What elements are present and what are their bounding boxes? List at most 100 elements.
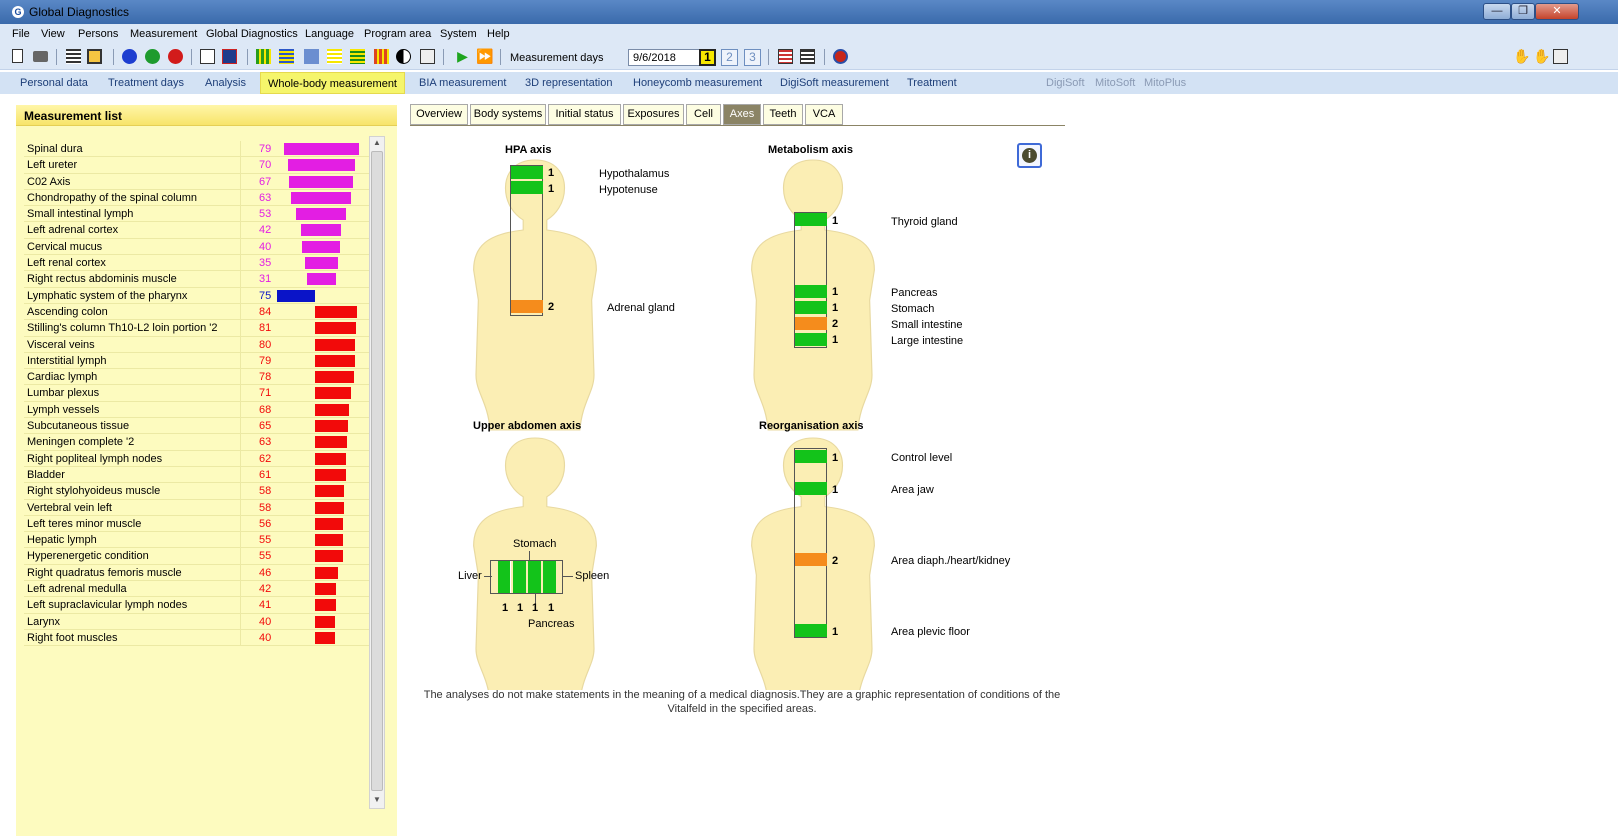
tab-honeycomb-measurement[interactable]: Honeycomb measurement <box>633 72 762 94</box>
minimize-button[interactable]: — <box>1483 3 1511 20</box>
menu-program-area[interactable]: Program area <box>364 28 431 40</box>
tab-bia-measurement[interactable]: BIA measurement <box>419 72 506 94</box>
list-item-name: Subcutaneous tissue <box>27 420 130 433</box>
tab-treatment-days[interactable]: Treatment days <box>108 72 184 94</box>
sort-icon[interactable] <box>279 49 294 64</box>
table-icon[interactable] <box>778 49 793 64</box>
list-item[interactable]: Cardiac lymph 78 <box>24 369 379 386</box>
tab-vca[interactable]: VCA <box>805 104 843 125</box>
export-icon[interactable] <box>1553 49 1568 64</box>
menu-persons[interactable]: Persons <box>78 28 118 40</box>
filter-icon[interactable] <box>350 49 365 64</box>
tab-cell[interactable]: Cell <box>686 104 721 125</box>
menu-measurement[interactable]: Measurement <box>130 28 197 40</box>
list-item[interactable]: Right rectus abdominis muscle 31 <box>24 271 379 288</box>
globe-icon[interactable] <box>833 49 848 64</box>
scroll-down-icon[interactable]: ▼ <box>370 795 384 807</box>
metabolism-segment-large-intestine <box>795 333 827 346</box>
tab-axes[interactable]: Axes <box>723 104 761 125</box>
menu-view[interactable]: View <box>41 28 65 40</box>
info-green-icon[interactable] <box>145 49 160 64</box>
list-item[interactable]: Left adrenal cortex 42 <box>24 222 379 239</box>
list-item[interactable]: Small intestinal lymph 53 <box>24 206 379 223</box>
restore-button[interactable]: ❐ <box>1511 3 1535 20</box>
list-item[interactable]: Right foot muscles 40 <box>24 629 379 647</box>
hand-green-icon[interactable]: ✋ <box>1513 49 1530 64</box>
list-item[interactable]: Left supraclavicular lymph nodes 41 <box>24 597 379 614</box>
list-item-value: 79 <box>259 354 272 367</box>
tab-teeth[interactable]: Teeth <box>763 104 803 125</box>
tab-whole-body-measurement[interactable]: Whole-body measurement <box>260 72 405 94</box>
column-divider <box>240 466 241 483</box>
list-item-bar <box>315 305 357 318</box>
id-card-icon[interactable] <box>200 49 215 64</box>
list-item[interactable]: Stilling's column Th10-L2 loin portion '… <box>24 320 379 337</box>
metabolism-value-small-intestine: 2 <box>832 318 839 330</box>
yin-yang-icon[interactable] <box>396 49 411 64</box>
tab-analysis[interactable]: Analysis <box>205 72 246 94</box>
list-item[interactable]: Vertebral vein left 58 <box>24 499 379 516</box>
list-item[interactable]: C02 Axis 67 <box>24 173 379 190</box>
list-item[interactable]: Interstitial lymph 79 <box>24 352 379 370</box>
menu-global-diagnostics[interactable]: Global Diagnostics <box>206 28 298 40</box>
info-blue-icon[interactable] <box>122 49 137 64</box>
reorganisation-label-area-jaw: Area jaw <box>891 484 934 496</box>
list-item[interactable]: Larynx 40 <box>24 613 379 630</box>
document-icon[interactable] <box>420 49 435 64</box>
play-icon[interactable]: ▶ <box>455 49 470 64</box>
tab-digisoft-measurement[interactable]: DigiSoft measurement <box>780 72 889 94</box>
close-button[interactable]: ✕ <box>1535 3 1579 20</box>
fast-forward-icon[interactable]: ⏩ <box>476 49 493 64</box>
list-item[interactable]: Meningen complete '2 63 <box>24 434 379 451</box>
list-item[interactable]: Lymph vessels 68 <box>24 401 379 419</box>
hand-red-icon[interactable]: ✋ <box>1533 49 1550 64</box>
flag-uk-icon[interactable] <box>222 49 237 64</box>
grid-icon[interactable] <box>800 49 815 64</box>
list-item[interactable]: Hepatic lymph 55 <box>24 532 379 549</box>
list-item[interactable]: Right popliteal lymph nodes 62 <box>24 450 379 467</box>
tab-overview[interactable]: Overview <box>410 104 468 125</box>
scroll-up-icon[interactable]: ▲ <box>370 138 384 150</box>
columns-icon[interactable] <box>304 49 319 64</box>
list-item[interactable]: Right stylohyoideus muscle 58 <box>24 483 379 500</box>
chart-icon[interactable] <box>374 49 389 64</box>
list-item[interactable]: Left teres minor muscle 56 <box>24 515 379 533</box>
print-icon[interactable] <box>33 51 48 62</box>
list-item[interactable]: Left renal cortex 35 <box>24 255 379 272</box>
list-item[interactable]: Hyperenergetic condition 55 <box>24 548 379 565</box>
tab-treatment[interactable]: Treatment <box>907 72 957 94</box>
menu-help[interactable]: Help <box>487 28 510 40</box>
tab-3d-representation[interactable]: 3D representation <box>525 72 612 94</box>
list-item[interactable]: Lymphatic system of the pharynx 75 <box>24 287 379 304</box>
tab-initial-status[interactable]: Initial status <box>548 104 621 125</box>
measurement-list-scrollbar[interactable]: ▲ ▼ <box>369 136 385 809</box>
report-icon[interactable] <box>87 49 102 64</box>
day-3-button[interactable]: 3 <box>744 49 761 66</box>
day-2-button[interactable]: 2 <box>721 49 738 66</box>
list-item[interactable]: Cervical mucus 40 <box>24 238 379 256</box>
menu-language[interactable]: Language <box>305 28 354 40</box>
info-button[interactable]: i <box>1017 143 1042 168</box>
list-item[interactable]: Lumbar plexus 71 <box>24 385 379 402</box>
list-item[interactable]: Visceral veins 80 <box>24 336 379 353</box>
menu-file[interactable]: File <box>12 28 30 40</box>
menu-system[interactable]: System <box>440 28 477 40</box>
list-item[interactable]: Right quadratus femoris muscle 46 <box>24 564 379 582</box>
list-item[interactable]: Spinal dura 79 <box>24 141 379 158</box>
scroll-thumb[interactable] <box>371 151 383 791</box>
list-item[interactable]: Subcutaneous tissue 65 <box>24 418 379 435</box>
text-lines-icon[interactable] <box>327 49 342 64</box>
tab-exposures[interactable]: Exposures <box>623 104 684 125</box>
list-item[interactable]: Bladder 61 <box>24 466 379 484</box>
day-1-button[interactable]: 1 <box>699 49 716 66</box>
list-item[interactable]: Ascending colon 84 <box>24 303 379 321</box>
bars-icon[interactable] <box>256 49 271 64</box>
tab-personal-data[interactable]: Personal data <box>20 72 88 94</box>
new-file-icon[interactable] <box>12 49 23 63</box>
tab-body-systems[interactable]: Body systems <box>470 104 546 125</box>
list-view-icon[interactable] <box>66 49 81 64</box>
list-item[interactable]: Chondropathy of the spinal column 63 <box>24 189 379 207</box>
list-item[interactable]: Left adrenal medulla 42 <box>24 581 379 598</box>
info-red-icon[interactable] <box>168 49 183 64</box>
list-item[interactable]: Left ureter 70 <box>24 157 379 174</box>
